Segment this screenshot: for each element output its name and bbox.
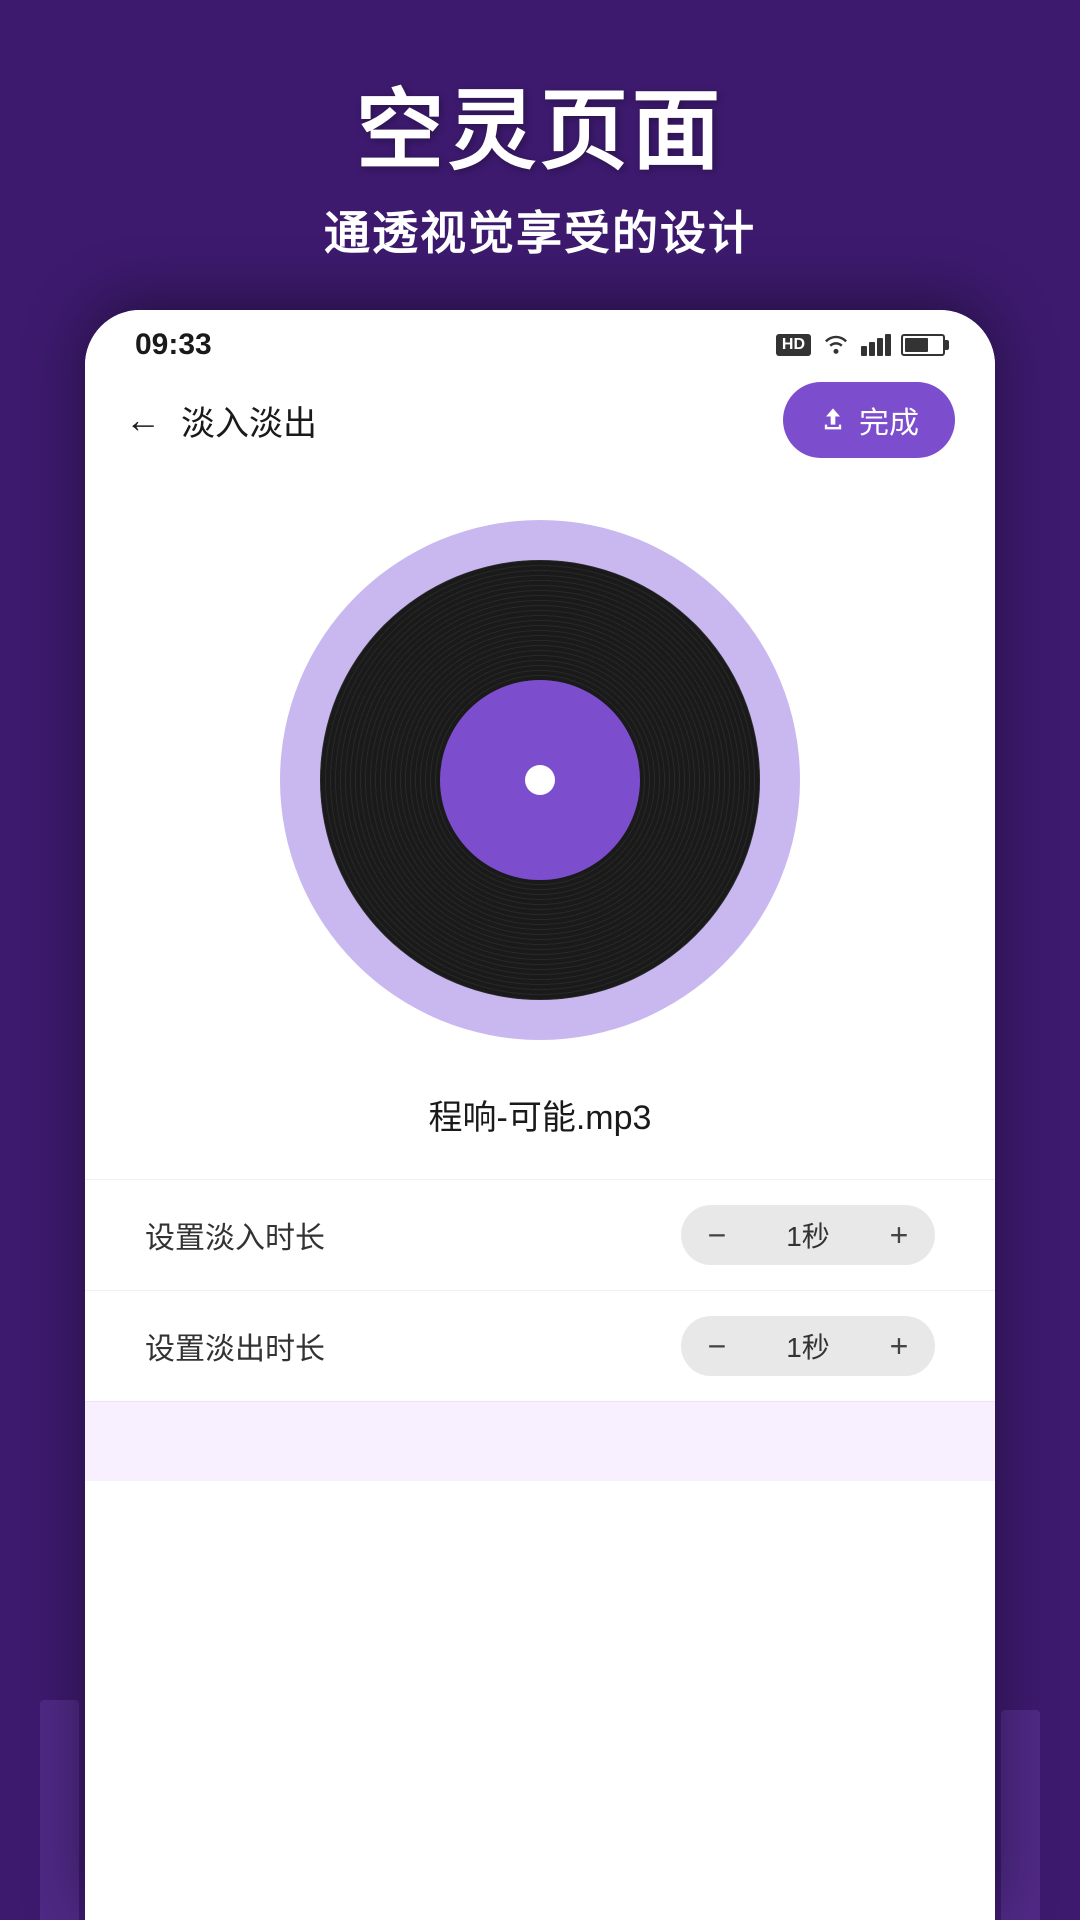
back-button[interactable]: ← xyxy=(125,399,161,441)
eq-bar xyxy=(40,1700,79,1920)
battery-icon xyxy=(901,334,945,356)
fade-out-plus-button[interactable]: + xyxy=(863,1316,935,1376)
vinyl-center-dot xyxy=(525,765,555,795)
phone-mockup: 09:33 HD ← 淡入淡出 xyxy=(85,310,995,1920)
nav-bar: ← 淡入淡出 完成 xyxy=(85,380,995,460)
status-time: 09:33 xyxy=(135,328,212,362)
fade-in-value: 1秒 xyxy=(753,1205,863,1265)
title-area: 空灵页面 通透视觉享受的设计 xyxy=(0,60,1080,263)
hd-icon: HD xyxy=(776,334,811,356)
fade-in-label: 设置淡入时长 xyxy=(145,1213,681,1257)
content-area: 程响-可能.mp3 设置淡入时长 − 1秒 + 设置淡出时长 − 1秒 + xyxy=(85,460,995,1511)
status-icons: HD xyxy=(776,330,945,361)
main-title: 空灵页面 xyxy=(0,60,1080,187)
vinyl-container xyxy=(280,520,800,1040)
signal-bars-icon xyxy=(861,334,891,356)
fade-in-plus-button[interactable]: + xyxy=(863,1205,935,1265)
done-label: 完成 xyxy=(859,398,919,442)
status-bar: 09:33 HD xyxy=(85,310,995,380)
bottom-bar xyxy=(85,1401,995,1481)
fade-out-minus-button[interactable]: − xyxy=(681,1316,753,1376)
upload-icon xyxy=(819,406,847,434)
vinyl-label xyxy=(440,680,640,880)
done-button[interactable]: 完成 xyxy=(783,382,955,458)
song-title: 程响-可能.mp3 xyxy=(429,1090,652,1139)
fade-out-row: 设置淡出时长 − 1秒 + xyxy=(85,1290,995,1401)
fade-out-value: 1秒 xyxy=(753,1316,863,1376)
nav-title: 淡入淡出 xyxy=(181,396,317,445)
fade-out-label: 设置淡出时长 xyxy=(145,1324,681,1368)
fade-in-stepper: − 1秒 + xyxy=(681,1205,935,1265)
sub-title: 通透视觉享受的设计 xyxy=(0,197,1080,263)
vinyl-outer-ring xyxy=(280,520,800,1040)
fade-out-stepper: − 1秒 + xyxy=(681,1316,935,1376)
eq-bar xyxy=(1001,1710,1040,1920)
vinyl-record xyxy=(320,560,760,1000)
wifi-icon xyxy=(821,330,851,361)
nav-left: ← 淡入淡出 xyxy=(125,396,317,445)
fade-in-row: 设置淡入时长 − 1秒 + xyxy=(85,1179,995,1290)
fade-in-minus-button[interactable]: − xyxy=(681,1205,753,1265)
